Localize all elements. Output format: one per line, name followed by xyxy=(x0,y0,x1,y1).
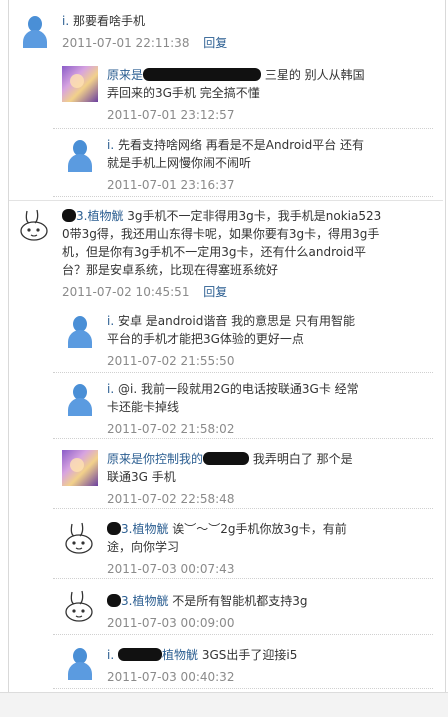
reply-text: @i. 我前一段就用2G的电话按联通3G卡 经常 xyxy=(117,382,359,396)
comment-text: 0带3g得，我还用山东得卡呢，如果你要有3g卡，得用3g手 xyxy=(62,227,380,241)
reply-timestamp: 2011-07-02 22:58:48 xyxy=(107,492,235,506)
redaction-mark xyxy=(62,209,76,222)
reply-text: 平台的手机才能把3G体验的更好一点 xyxy=(107,332,304,346)
reply-author[interactable]: 3.植物觥 xyxy=(121,522,168,536)
reply-text: 诶︶～︶2g手机你放3g卡，有前 xyxy=(172,522,347,536)
reply-1-1: 原来是 三星的 别人从韩国 弄回来的3G手机 完全搞不懂 2011-07-01 … xyxy=(107,66,365,124)
reply-2-5: 3.植物觥 不是所有智能机都支持3g 2011-07-03 00:09:00 xyxy=(107,592,308,632)
reply-author[interactable]: i. xyxy=(107,382,114,396)
reply-2-3: 原来是你控制我的 我弄明白了 那个是 联通3G 手机 2011-07-02 22… xyxy=(107,450,353,508)
reply-2-4: 3.植物觥 诶︶～︶2g手机你放3g卡，有前 途，向你学习 2011-07-03… xyxy=(107,520,347,578)
comment-2: 3.植物觥 3g手机不一定非得用3g卡，我手机是nokia523 0带3g得，我… xyxy=(62,207,381,301)
user-avatar-i[interactable] xyxy=(62,380,98,416)
reply-text: 就是手机上网慢你闹不闹听 xyxy=(107,156,252,170)
reply-timestamp: 2011-07-02 21:58:02 xyxy=(107,422,235,436)
reply-author[interactable]: i. xyxy=(107,648,114,662)
reply-1-2: i. 先看支持啥网络 再看是不是Android平台 还有 就是手机上网慢你闹不闹… xyxy=(107,136,364,194)
reply-text: 先看支持啥网络 再看是不是Android平台 还有 xyxy=(117,138,365,152)
reply-text: 弄回来的3G手机 完全搞不懂 xyxy=(107,86,260,100)
reply-timestamp: 2011-07-03 00:40:32 xyxy=(107,670,235,684)
reply-timestamp: 2011-07-01 23:12:57 xyxy=(107,108,235,122)
reply-author[interactable]: 原来是你控制我的 xyxy=(107,452,203,466)
user-avatar-rabbit[interactable] xyxy=(62,588,98,624)
comment-text: 3g手机不一定非得用3g卡，我手机是nokia523 xyxy=(127,209,382,223)
comment-author[interactable]: 3.植物觥 xyxy=(76,209,123,223)
reply-text: 3GS出手了迎接i5 xyxy=(201,648,298,662)
comment-text: 那要看啥手机 xyxy=(72,14,145,28)
user-avatar-i[interactable] xyxy=(62,136,98,172)
user-avatar-rabbit[interactable] xyxy=(17,207,53,243)
reply-text: 安卓 是android谐音 我的意思是 只有用智能 xyxy=(117,314,355,328)
reply-text: 三星的 别人从韩国 xyxy=(264,68,365,82)
reply-link[interactable]: 回复 xyxy=(203,285,227,299)
reply-author[interactable]: 原来是 xyxy=(107,68,143,82)
redaction-mark xyxy=(107,522,121,535)
reply-text: 卡还能卡掉线 xyxy=(107,400,180,414)
comment-1: i. 那要看啥手机 2011-07-01 22:11:38 回复 xyxy=(62,12,227,52)
reply-text: 不是所有智能机都支持3g xyxy=(172,594,308,608)
reply-text: 途，向你学习 xyxy=(107,540,180,554)
reply-text: 联通3G 手机 xyxy=(107,470,176,484)
bottom-scroll-area xyxy=(0,692,448,717)
reply-text: 我弄明白了 那个是 xyxy=(252,452,353,466)
comment-timestamp: 2011-07-02 10:45:51 xyxy=(62,285,190,299)
user-avatar-photo[interactable] xyxy=(62,450,98,486)
reply-author[interactable]: i. xyxy=(107,138,114,152)
reply-timestamp: 2011-07-03 00:09:00 xyxy=(107,616,235,630)
reply-link[interactable]: 回复 xyxy=(203,36,227,50)
reply-author[interactable]: 3.植物觥 xyxy=(121,594,168,608)
redaction-mark xyxy=(117,648,162,661)
reply-2-1: i. 安卓 是android谐音 我的意思是 只有用智能 平台的手机才能把3G体… xyxy=(107,312,355,370)
comment-divider xyxy=(9,200,443,201)
user-avatar-i[interactable] xyxy=(62,312,98,348)
reply-timestamp: 2011-07-03 00:07:43 xyxy=(107,562,235,576)
reply-2-6: i. 植物觥 3GS出手了迎接i5 2011-07-03 00:40:32 xyxy=(107,646,297,686)
redaction-mark xyxy=(107,594,121,607)
reply-author[interactable]: i. xyxy=(107,314,114,328)
user-avatar-rabbit[interactable] xyxy=(62,520,98,556)
redaction-mark xyxy=(203,452,250,465)
reply-timestamp: 2011-07-01 23:16:37 xyxy=(107,178,235,192)
user-avatar-i[interactable] xyxy=(62,644,98,680)
user-avatar-photo[interactable] xyxy=(62,66,98,102)
user-avatar-i[interactable] xyxy=(17,12,53,48)
comment-text: 台？那是安卓系统，比现在得塞班系统好 xyxy=(62,263,279,277)
redaction-mark xyxy=(143,68,262,81)
reply-author-suffix[interactable]: 植物觥 xyxy=(162,648,198,662)
comment-timestamp: 2011-07-01 22:11:38 xyxy=(62,36,190,50)
comment-text: 机，但是你有3g手机不一定用3g卡，还有什么android平 xyxy=(62,245,367,259)
reply-timestamp: 2011-07-02 21:55:50 xyxy=(107,354,235,368)
comment-author[interactable]: i. xyxy=(62,14,69,28)
reply-2-2: i. @i. 我前一段就用2G的电话按联通3G卡 经常 卡还能卡掉线 2011-… xyxy=(107,380,359,438)
